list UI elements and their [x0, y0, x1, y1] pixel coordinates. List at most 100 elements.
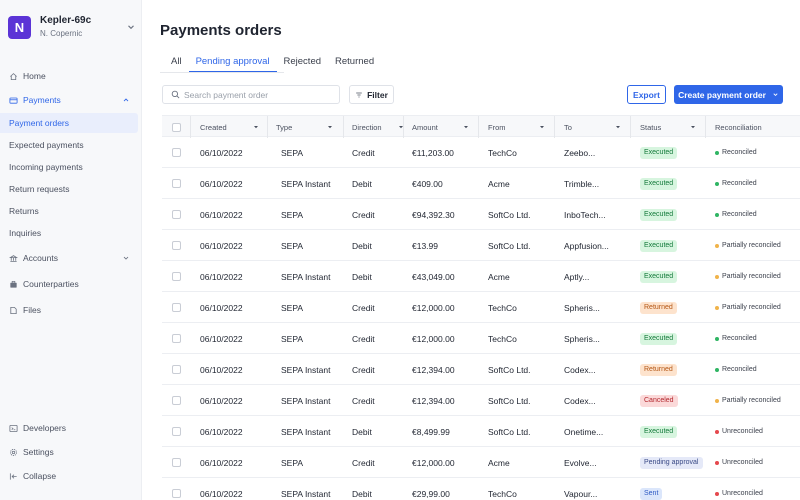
cell-to: Onetime...	[564, 426, 604, 437]
cell-to: InboTech...	[564, 209, 606, 220]
cell-direction: Credit	[352, 209, 375, 220]
row-checkbox[interactable]	[172, 272, 181, 281]
status-badge: Returned	[640, 301, 677, 314]
cell-status: Executed	[640, 323, 678, 354]
row-checkbox-cell	[172, 323, 181, 354]
cell-created: 06/10/2022	[200, 457, 243, 468]
column-header-created[interactable]: Created	[200, 116, 266, 138]
cell-status: Canceled	[640, 385, 678, 416]
cell-amount: €43,049.00	[412, 271, 455, 282]
reconciliation-label: Reconciled	[722, 149, 757, 156]
table-row[interactable]: 06/10/2022 SEPA Instant Credit €12,394.00 So…	[162, 385, 800, 416]
filter-label: Filter	[367, 89, 388, 100]
sidebar-item-label: Home	[23, 71, 46, 81]
status-badge: Executed	[640, 239, 678, 252]
cell-from: TechCo	[488, 333, 517, 344]
cell-amount: €94,392.30	[412, 209, 455, 220]
sidebar-item-counterparties[interactable]: Counterparties	[0, 274, 138, 294]
column-header-type[interactable]: Type	[276, 116, 338, 138]
cell-type: SEPA Instant	[281, 271, 331, 282]
row-checkbox[interactable]	[172, 148, 181, 157]
cell-status: Sent	[640, 478, 663, 500]
table-row[interactable]: 06/10/2022 SEPA Instant Debit €29,99.00 Tech…	[162, 478, 800, 500]
cell-direction: Credit	[352, 457, 375, 468]
select-all-checkbox[interactable]	[172, 122, 181, 132]
table-row[interactable]: 06/10/2022 SEPA Instant Debit €409.00 Acme Tr…	[162, 168, 800, 199]
create-payment-order-button[interactable]: Create payment order	[674, 85, 783, 104]
column-header-label: Type	[276, 122, 293, 132]
row-checkbox[interactable]	[172, 365, 181, 374]
row-checkbox[interactable]	[172, 427, 181, 436]
row-checkbox-cell	[172, 230, 181, 261]
payment-orders-table: Created Type Direction Amount From To St…	[162, 115, 800, 500]
cell-status: Returned	[640, 354, 677, 385]
tab-pending-approval[interactable]: Pending approval	[188, 50, 277, 73]
row-checkbox-cell	[172, 261, 181, 292]
cell-to: Vapour...	[564, 488, 598, 499]
column-header-to[interactable]: To	[564, 116, 628, 138]
sidebar-item-returns[interactable]: Returns	[0, 201, 138, 221]
status-badge: Executed	[640, 146, 678, 159]
row-checkbox[interactable]	[172, 489, 181, 498]
table-row[interactable]: 06/10/2022 SEPA Credit €11,203.00 TechCo Zeeb…	[162, 137, 800, 168]
sidebar-item-return-requests[interactable]: Return requests	[0, 179, 138, 199]
sidebar-item-settings[interactable]: Settings	[0, 442, 138, 462]
sidebar-item-label: Developers	[23, 423, 66, 433]
export-button[interactable]: Export	[627, 85, 666, 104]
table-row[interactable]: 06/10/2022 SEPA Credit €94,392.30 SoftCo Ltd…	[162, 199, 800, 230]
sidebar-item-inquiries[interactable]: Inquiries	[0, 223, 138, 243]
column-header-label: From	[488, 122, 506, 132]
sidebar-item-home[interactable]: Home	[0, 66, 138, 86]
column-header-status[interactable]: Status	[640, 116, 704, 138]
cell-created: 06/10/2022	[200, 271, 243, 282]
sidebar-item-label: Return requests	[9, 184, 70, 194]
table-row[interactable]: 06/10/2022 SEPA Credit €12,000.00 TechCo Sphe…	[162, 292, 800, 323]
sidebar-item-developers[interactable]: Developers	[0, 418, 138, 438]
tab-returned[interactable]: Returned	[328, 50, 381, 72]
table-row[interactable]: 06/10/2022 SEPA Debit €13.99 SoftCo Ltd. Appf…	[162, 230, 800, 261]
row-checkbox[interactable]	[172, 396, 181, 405]
table-row[interactable]: 06/10/2022 SEPA Instant Debit €43,049.00 Acm…	[162, 261, 800, 292]
sidebar-item-files[interactable]: Files	[0, 300, 138, 320]
tab-all[interactable]: All	[160, 50, 189, 72]
chevron-down-icon	[123, 256, 129, 260]
status-dot-icon	[715, 274, 719, 279]
sidebar-item-payment-orders[interactable]: Payment orders	[0, 113, 138, 133]
cell-type: SEPA Instant	[281, 426, 331, 437]
sidebar-item-label: Returns	[9, 206, 39, 216]
cell-amount: €11,203.00	[412, 147, 454, 158]
row-checkbox[interactable]	[172, 334, 181, 343]
column-header-amount[interactable]: Amount	[412, 116, 472, 138]
cell-reconciliation: Unreconciled	[715, 478, 763, 500]
tab-rejected[interactable]: Rejected	[277, 50, 329, 72]
row-checkbox[interactable]	[172, 458, 181, 467]
table-row[interactable]: 06/10/2022 SEPA Instant Debit €8,499.99 Soft…	[162, 416, 800, 447]
table-row[interactable]: 06/10/2022 SEPA Credit €12,000.00 TechCo Sphe…	[162, 323, 800, 354]
cell-status: Executed	[640, 416, 678, 447]
column-header-from[interactable]: From	[488, 116, 548, 138]
sidebar-item-payments[interactable]: Payments	[0, 90, 138, 110]
row-checkbox[interactable]	[172, 303, 181, 312]
sidebar-collapse-button[interactable]: Collapse	[0, 466, 138, 486]
row-checkbox[interactable]	[172, 179, 181, 188]
sidebar-item-expected-payments[interactable]: Expected payments	[0, 135, 138, 155]
column-header-direction[interactable]: Direction	[352, 116, 404, 138]
sidebar-item-label: Inquiries	[9, 228, 42, 238]
column-separator	[630, 116, 631, 138]
org-switcher[interactable]: N Kepler-69c N. Copernic	[8, 12, 136, 42]
cell-to: Spheris...	[564, 333, 600, 344]
table-row[interactable]: 06/10/2022 SEPA Instant Credit €12,394.00 So…	[162, 354, 800, 385]
table-row[interactable]: 06/10/2022 SEPA Credit €12,000.00 Acme Evolve…	[162, 447, 800, 478]
search-input[interactable]	[184, 89, 334, 100]
table-header: Created Type Direction Amount From To St…	[162, 115, 800, 138]
filter-button[interactable]: Filter	[349, 85, 394, 104]
gear-icon	[10, 448, 17, 456]
cell-amount: €12,000.00	[412, 333, 455, 344]
column-header-reconciliation[interactable]: Reconciliation	[715, 116, 795, 138]
cell-from: SoftCo Ltd.	[488, 209, 531, 220]
row-checkbox[interactable]	[172, 241, 181, 250]
sidebar-item-accounts[interactable]: Accounts	[0, 248, 138, 268]
row-checkbox-cell	[172, 199, 181, 230]
sidebar-item-incoming-payments[interactable]: Incoming payments	[0, 157, 138, 177]
row-checkbox[interactable]	[172, 210, 181, 219]
